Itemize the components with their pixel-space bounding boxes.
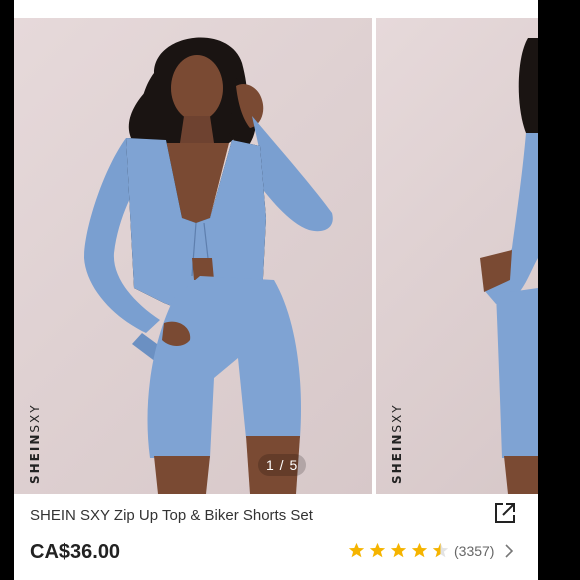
chevron-right-icon: [505, 543, 514, 558]
star-icon: [369, 542, 386, 558]
gallery-slide-1[interactable]: SHEINSXY 1 / 5: [14, 18, 372, 494]
brand-watermark: SHEINSXY: [390, 403, 404, 484]
share-icon[interactable]: [492, 500, 518, 526]
model-photo: [84, 37, 333, 494]
star-icon: [411, 542, 428, 558]
gallery-slide-2[interactable]: SHEINSXY: [376, 18, 538, 494]
product-price: CA$36.00: [30, 541, 121, 563]
star-half-icon: [432, 542, 449, 558]
brand-watermark: SHEINSXY: [28, 403, 42, 484]
product-screen: SHEINSXY 1 / 5 SHEINSXY SHEIN SXY Zip Up…: [14, 0, 538, 580]
top-strip: [14, 0, 538, 18]
rating-summary[interactable]: (3357): [348, 542, 514, 559]
product-title: SHEIN SXY Zip Up Top & Biker Shorts Set: [30, 507, 313, 524]
image-gallery[interactable]: SHEINSXY 1 / 5 SHEINSXY: [14, 18, 538, 494]
star-icon: [390, 542, 407, 558]
star-icon: [348, 542, 365, 558]
product-info: SHEIN SXY Zip Up Top & Biker Shorts Set …: [14, 494, 538, 580]
star-rating: [348, 542, 453, 559]
rating-count: (3357): [454, 542, 495, 559]
image-counter: 1 / 5: [258, 454, 307, 476]
